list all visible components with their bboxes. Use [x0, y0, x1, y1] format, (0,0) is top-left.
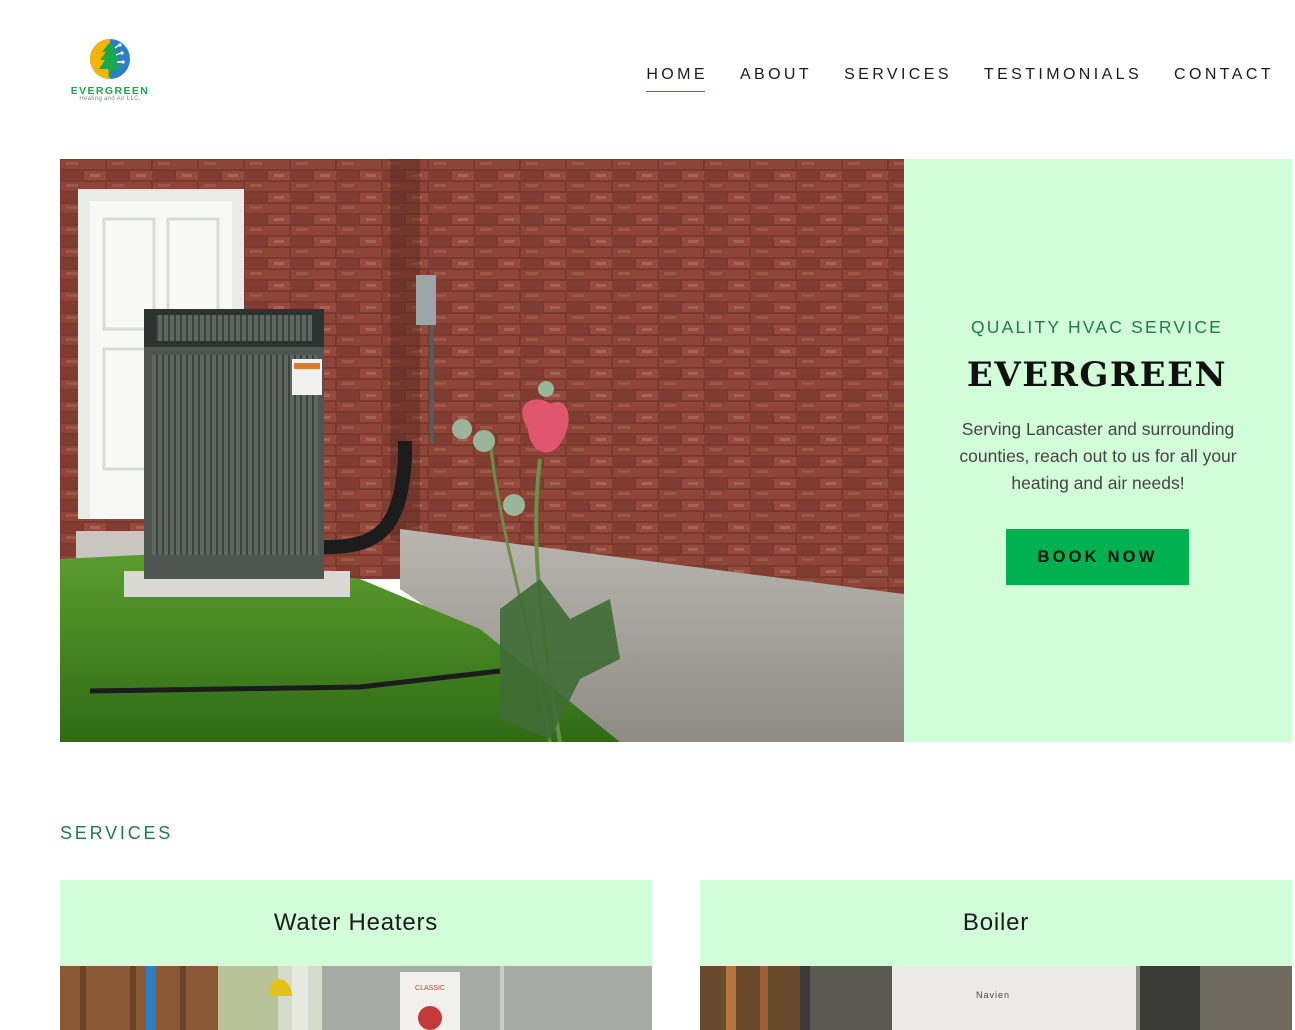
service-card-water-heaters[interactable]: Water Heaters CLASSIC [60, 880, 652, 1030]
service-image-water-heater: CLASSIC [60, 966, 652, 1030]
services-heading: SERVICES [60, 823, 174, 843]
service-image-boiler: Navien [700, 966, 1292, 1030]
evergreen-logo-icon [90, 39, 130, 79]
service-card-title: Water Heaters [60, 880, 652, 966]
hero-image-ac-unit [60, 159, 904, 742]
service-card-title: Boiler [700, 880, 1292, 966]
water-heater-brand-text: CLASSIC [415, 985, 445, 992]
service-card-boiler[interactable]: Boiler Navien [700, 880, 1292, 1030]
brand-logo[interactable]: EVERGREEN Heating and Air LLC. [70, 38, 152, 104]
book-now-button[interactable]: BOOK NOW [1006, 529, 1189, 585]
site-header: EVERGREEN Heating and Air LLC. HOME ABOU… [0, 0, 1295, 159]
nav-about[interactable]: ABOUT [740, 66, 812, 92]
nav-testimonials[interactable]: TESTIMONIALS [984, 66, 1142, 92]
boiler-brand-text: Navien [976, 990, 1010, 1000]
hero-title: EVERGREEN [966, 355, 1228, 395]
hero-eyebrow: QUALITY HVAC SERVICE [970, 317, 1224, 337]
logo-tagline: Heating and Air LLC. [79, 96, 141, 102]
main-nav: HOME ABOUT SERVICES TESTIMONIALS CONTACT [614, 66, 1274, 92]
nav-services[interactable]: SERVICES [844, 66, 952, 92]
hero-info-panel: QUALITY HVAC SERVICE EVERGREEN Serving L… [904, 159, 1292, 742]
nav-contact[interactable]: CONTACT [1174, 66, 1274, 92]
hero-description: Serving Lancaster and surrounding counti… [959, 419, 1237, 493]
nav-home[interactable]: HOME [646, 66, 708, 92]
hero-section: QUALITY HVAC SERVICE EVERGREEN Serving L… [60, 159, 1295, 742]
